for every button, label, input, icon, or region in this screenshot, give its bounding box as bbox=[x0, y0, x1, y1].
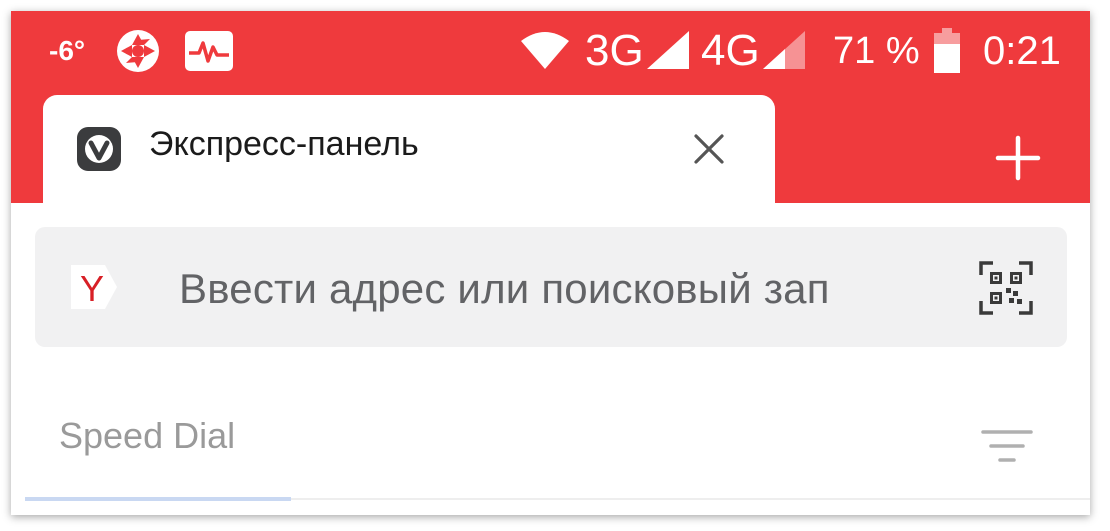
new-tab-button[interactable] bbox=[995, 135, 1041, 181]
active-tab-indicator bbox=[25, 497, 291, 501]
signal-3g-icon bbox=[647, 11, 691, 91]
tab-bar: Экспресс-панель bbox=[11, 91, 1090, 203]
wifi-icon bbox=[519, 11, 571, 91]
temperature: -6° bbox=[49, 35, 86, 66]
vivaldi-logo-icon bbox=[77, 127, 121, 171]
network-4g: 4G bbox=[701, 26, 760, 75]
tab-title: Экспресс-панель bbox=[149, 125, 419, 163]
address-bar[interactable]: Y Ввести адрес или поисковый зап bbox=[35, 227, 1067, 347]
tab-speed-dial[interactable]: Экспресс-панель bbox=[43, 95, 775, 203]
clock: 0:21 bbox=[983, 28, 1061, 73]
sort-filter-icon[interactable] bbox=[981, 429, 1033, 463]
tab-indicator-track bbox=[291, 498, 1090, 500]
pulse-monitor-icon bbox=[185, 11, 233, 91]
status-bar: -6° 3G 4G 71 % 0:21 bbox=[11, 11, 1090, 91]
qr-code-icon[interactable] bbox=[979, 261, 1033, 315]
speed-dial-tab[interactable]: Speed Dial bbox=[59, 415, 235, 457]
close-icon[interactable] bbox=[693, 133, 725, 165]
svg-text:Y: Y bbox=[80, 268, 104, 309]
aperture-icon bbox=[115, 11, 161, 91]
speed-dial-page: Y Ввести адрес или поисковый зап Speed D… bbox=[11, 203, 1090, 515]
signal-4g-icon bbox=[763, 11, 807, 91]
network-3g: 3G bbox=[585, 26, 644, 75]
battery-percent: 71 % bbox=[833, 29, 920, 72]
address-input[interactable]: Ввести адрес или поисковый зап bbox=[179, 265, 830, 313]
battery-icon bbox=[933, 11, 961, 91]
browser-window: -6° 3G 4G 71 % 0:21 Экспресс-панель Y Вв… bbox=[11, 11, 1090, 515]
plus-icon bbox=[995, 135, 1041, 181]
yandex-icon[interactable]: Y bbox=[71, 265, 119, 309]
